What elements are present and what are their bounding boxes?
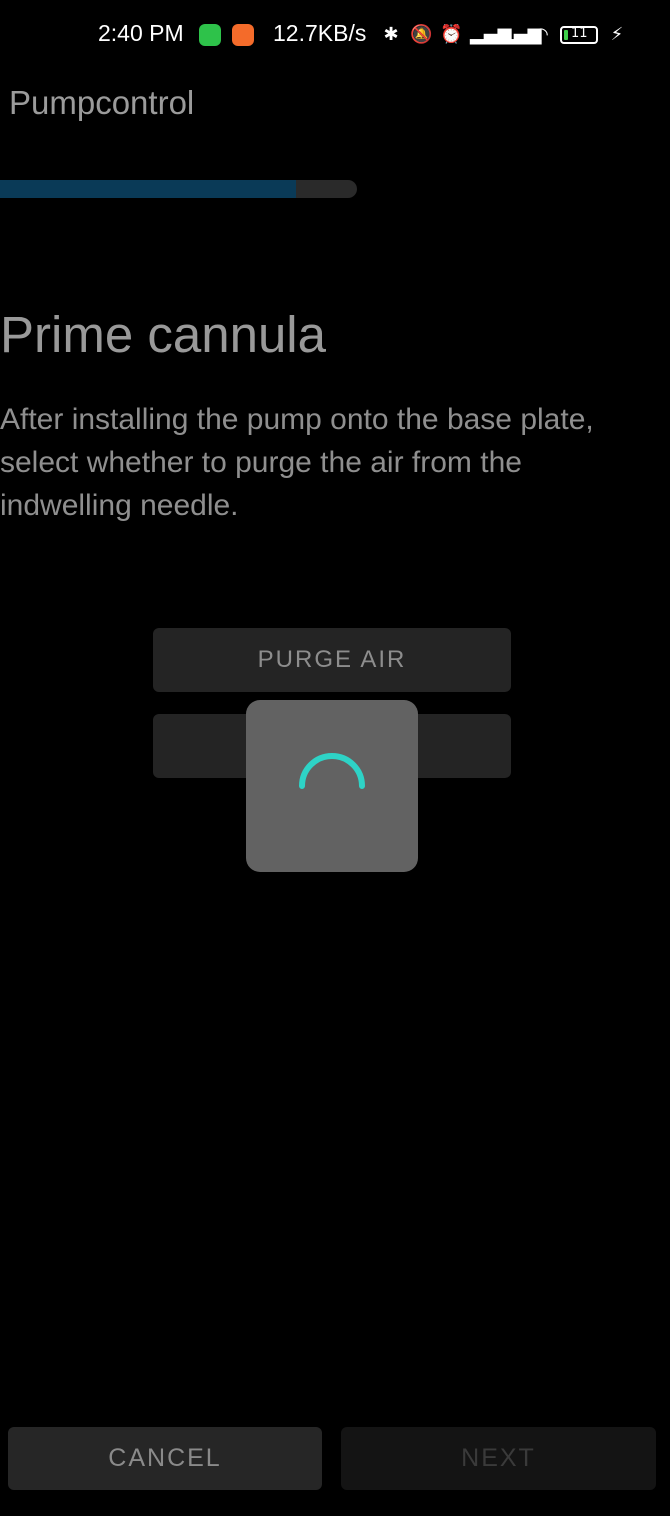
wifi-icon: ◠: [533, 24, 549, 45]
status-time: 2:40 PM: [98, 20, 184, 46]
status-bar: 2:40 PM 12.7KB/s ✱ 🔕 ⏰ ▂▄▆ ▂▄▆ ◠ 11 ⚡: [0, 0, 670, 70]
mute-icon: 🔕: [410, 24, 433, 45]
alarm-icon: ⏰: [440, 24, 463, 45]
page-description: After installing the pump onto the base …: [0, 403, 594, 522]
step-progress-bar: [0, 180, 357, 198]
next-button[interactable]: NEXT: [341, 1427, 656, 1490]
battery-fill: [564, 30, 568, 40]
battery-icon: 11: [560, 26, 598, 44]
bluetooth-icon: ✱: [383, 24, 399, 45]
battery-level: 11: [571, 26, 588, 41]
loading-dialog: [246, 700, 418, 872]
signal-icon: ▂▄▆: [470, 24, 512, 45]
app-title: Pumpcontrol: [9, 84, 195, 121]
signal-icon: ▂▄▆: [500, 24, 542, 45]
step-progress-fill: [0, 180, 297, 198]
purge-air-button[interactable]: PURGE AIR: [153, 628, 511, 692]
loading-spinner-icon: [299, 753, 365, 789]
cancel-button[interactable]: CANCEL: [8, 1427, 322, 1490]
charging-icon: ⚡: [610, 24, 624, 45]
status-icons: ✱ 🔕 ⏰ ▂▄▆ ▂▄▆ ◠ 11 ⚡: [380, 22, 628, 48]
app-icon: [232, 24, 254, 46]
page-title: Prime cannula: [0, 306, 326, 363]
network-speed: 12.7KB/s: [273, 20, 367, 46]
wechat-icon: [199, 24, 221, 46]
